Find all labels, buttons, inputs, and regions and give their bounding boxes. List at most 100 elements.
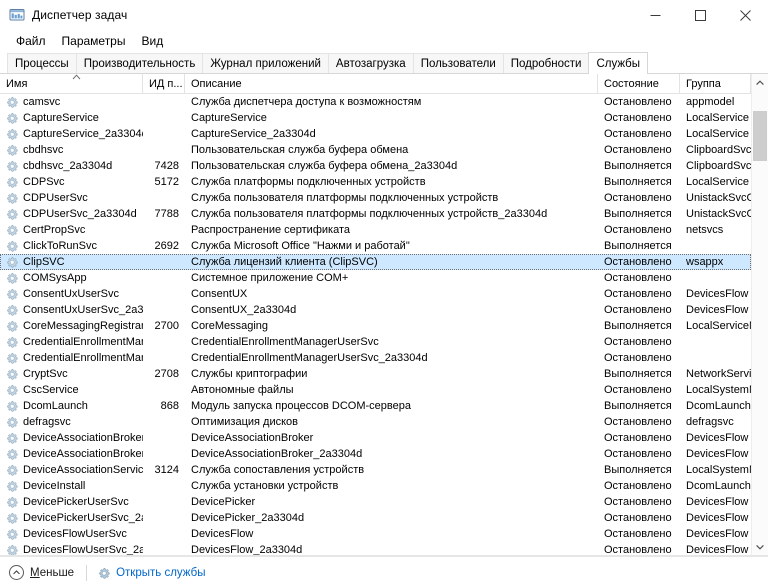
service-description-cell: DevicesFlow — [191, 528, 254, 540]
window-title: Диспетчер задач — [32, 8, 128, 22]
task-manager-icon — [9, 7, 25, 23]
table-row[interactable]: CaptureService CaptureService Остановлено L… — [0, 110, 751, 126]
service-status-cell: Остановлено — [604, 352, 672, 364]
service-gear-icon — [6, 160, 18, 172]
service-name-cell: DeviceAssociationBrokerSvc — [0, 432, 143, 444]
fewer-details-button[interactable]: Меньше — [9, 565, 74, 580]
table-row[interactable]: CoreMessagingRegistrar 2700 CoreMessaging В… — [0, 318, 751, 334]
tab-details[interactable]: Подробности — [502, 53, 590, 73]
tab-startup[interactable]: Автозагрузка — [327, 53, 414, 73]
service-description-cell: Служба Microsoft Office "Нажми и работай… — [191, 240, 410, 252]
scroll-up-icon[interactable] — [752, 74, 768, 91]
table-row[interactable]: ClickToRunSvc 2692 Служба Microsoft Office… — [0, 238, 751, 254]
table-row[interactable]: DevicesFlowUserSvc DevicesFlow Остановлено… — [0, 526, 751, 542]
service-name-cell: CredentialEnrollmentMana... — [0, 336, 143, 348]
service-name-label: ClickToRunSvc — [23, 240, 97, 252]
table-row[interactable]: ConsentUxUserSvc_2a3304d ConsentUX_2a3304… — [0, 302, 751, 318]
service-name-label: CryptSvc — [23, 368, 68, 380]
table-row[interactable]: ClipSVC Служба лицензий клиента (ClipSVC)… — [0, 254, 751, 270]
service-status-cell: Остановлено — [604, 448, 672, 460]
tab-processes[interactable]: Процессы — [7, 53, 77, 73]
maximize-button[interactable] — [678, 0, 723, 30]
service-name-label: ConsentUxUserSvc_2a3304d — [23, 304, 143, 316]
service-description-cell: DevicesFlow_2a3304d — [191, 544, 303, 555]
service-name-label: DevicePickerUserSvc — [23, 496, 129, 508]
service-description-cell: Автономные файлы — [191, 384, 294, 396]
service-name-label: CaptureService_2a3304d — [23, 128, 143, 140]
service-group-cell: DevicesFlow — [686, 288, 749, 300]
tab-services[interactable]: Службы — [588, 52, 649, 74]
table-row[interactable]: ConsentUxUserSvc ConsentUX Остановлено Devi… — [0, 286, 751, 302]
table-row[interactable]: CDPUserSvc Служба пользователя платформы … — [0, 190, 751, 206]
table-row[interactable]: COMSysApp Системное приложение COM+ Остано… — [0, 270, 751, 286]
table-row[interactable]: CryptSvc 2708 Службы криптографии Выполняет… — [0, 366, 751, 382]
table-row[interactable]: DevicePickerUserSvc_2a330... DevicePicker… — [0, 510, 751, 526]
vertical-scrollbar[interactable] — [751, 74, 768, 555]
service-name-cell: ClipSVC — [0, 256, 143, 268]
service-group-cell: defragsvc — [686, 416, 734, 428]
service-group-cell: DevicesFlow — [686, 432, 749, 444]
service-description-cell: Служба диспетчера доступа к возможностям — [191, 96, 422, 108]
table-row[interactable]: DeviceAssociationService 3124 Служба сопос… — [0, 462, 751, 478]
tab-performance[interactable]: Производительность — [75, 53, 204, 73]
table-row[interactable]: CertPropSvc Распространение сертификата Ос… — [0, 222, 751, 238]
service-description-cell: CaptureService_2a3304d — [191, 128, 316, 140]
service-gear-icon — [6, 272, 18, 284]
table-row[interactable]: DcomLaunch 868 Модуль запуска процессов DC… — [0, 398, 751, 414]
minimize-button[interactable] — [633, 0, 678, 30]
menu-item-file[interactable]: Файл — [8, 32, 54, 51]
service-pid-cell: 2692 — [154, 240, 179, 252]
table-row[interactable]: CredentialEnrollmentMana... CredentialEnr… — [0, 350, 751, 366]
table-row[interactable]: cbdhsvc_2a3304d 7428 Пользовательская служ… — [0, 158, 751, 174]
service-status-cell: Остановлено — [604, 416, 672, 428]
column-header-group[interactable]: Группа — [680, 74, 751, 94]
service-name-label: CDPSvc — [23, 176, 65, 188]
service-name-cell: CscService — [0, 384, 143, 396]
service-status-cell: Остановлено — [604, 432, 672, 444]
service-name-cell: cbdhsvc_2a3304d — [0, 160, 143, 172]
service-description-cell: CoreMessaging — [191, 320, 269, 332]
menu-item-options[interactable]: Параметры — [54, 32, 134, 51]
service-description-cell: CredentialEnrollmentManagerUserSvc_2a330… — [191, 352, 428, 364]
service-group-cell: DevicesFlow — [686, 528, 749, 540]
column-header-name[interactable]: Имя — [0, 74, 143, 94]
table-row[interactable]: DeviceAssociationBrokerSv... DeviceAssoci… — [0, 446, 751, 462]
service-name-label: DevicesFlowUserSvc_2a3304d — [23, 544, 143, 555]
table-row[interactable]: CscService Автономные файлы Остановлено Loc… — [0, 382, 751, 398]
table-row[interactable]: DeviceAssociationBrokerSvc DeviceAssociat… — [0, 430, 751, 446]
table-row[interactable]: cbdhsvc Пользовательская служба буфера об… — [0, 142, 751, 158]
service-group-cell: LocalService — [686, 112, 749, 124]
column-header-pid[interactable]: ИД п... — [143, 74, 185, 94]
service-group-cell: UnistackSvcGr... — [686, 192, 751, 204]
tab-app-history[interactable]: Журнал приложений — [202, 53, 329, 73]
service-group-cell: DcomLaunch — [686, 400, 751, 412]
table-row[interactable]: DevicePickerUserSvc DevicePicker Остановле… — [0, 494, 751, 510]
table-row[interactable]: DevicesFlowUserSvc_2a3304d DevicesFlow_2a… — [0, 542, 751, 555]
open-services-link[interactable]: Открыть службы — [98, 567, 205, 579]
table-row[interactable]: CDPUserSvc_2a3304d 7788 Служба пользовател… — [0, 206, 751, 222]
table-row[interactable]: CDPSvc 5172 Служба платформы подключенных … — [0, 174, 751, 190]
menu-item-view[interactable]: Вид — [133, 32, 171, 51]
close-button[interactable] — [723, 0, 768, 30]
table-row[interactable]: camsvc Служба диспетчера доступа к возмож… — [0, 94, 751, 110]
table-row[interactable]: DeviceInstall Служба установки устройств О… — [0, 478, 751, 494]
table-row[interactable]: CaptureService_2a3304d CaptureService_2a3… — [0, 126, 751, 142]
table-row[interactable]: defragsvc Оптимизация дисков Остановлено de… — [0, 414, 751, 430]
tab-users[interactable]: Пользователи — [412, 53, 504, 73]
service-gear-icon — [6, 544, 18, 555]
service-pid-cell: 2708 — [154, 368, 179, 380]
column-header-description[interactable]: Описание — [185, 74, 598, 94]
service-name-label: ClipSVC — [23, 256, 65, 268]
scrollbar-thumb[interactable] — [753, 111, 767, 161]
service-name-label: CredentialEnrollmentMana... — [23, 336, 143, 348]
service-description-cell: ConsentUX — [191, 288, 248, 300]
service-gear-icon — [6, 400, 18, 412]
scroll-down-icon[interactable] — [752, 538, 768, 555]
table-row[interactable]: CredentialEnrollmentMana... CredentialEnr… — [0, 334, 751, 350]
service-name-label: cbdhsvc — [23, 144, 64, 156]
service-name-cell: CryptSvc — [0, 368, 143, 380]
service-description-cell: Модуль запуска процессов DCOM-сервера — [191, 400, 411, 412]
column-header-status[interactable]: Состояние — [598, 74, 680, 94]
service-name-cell: CaptureService — [0, 112, 143, 124]
service-gear-icon — [6, 176, 18, 188]
